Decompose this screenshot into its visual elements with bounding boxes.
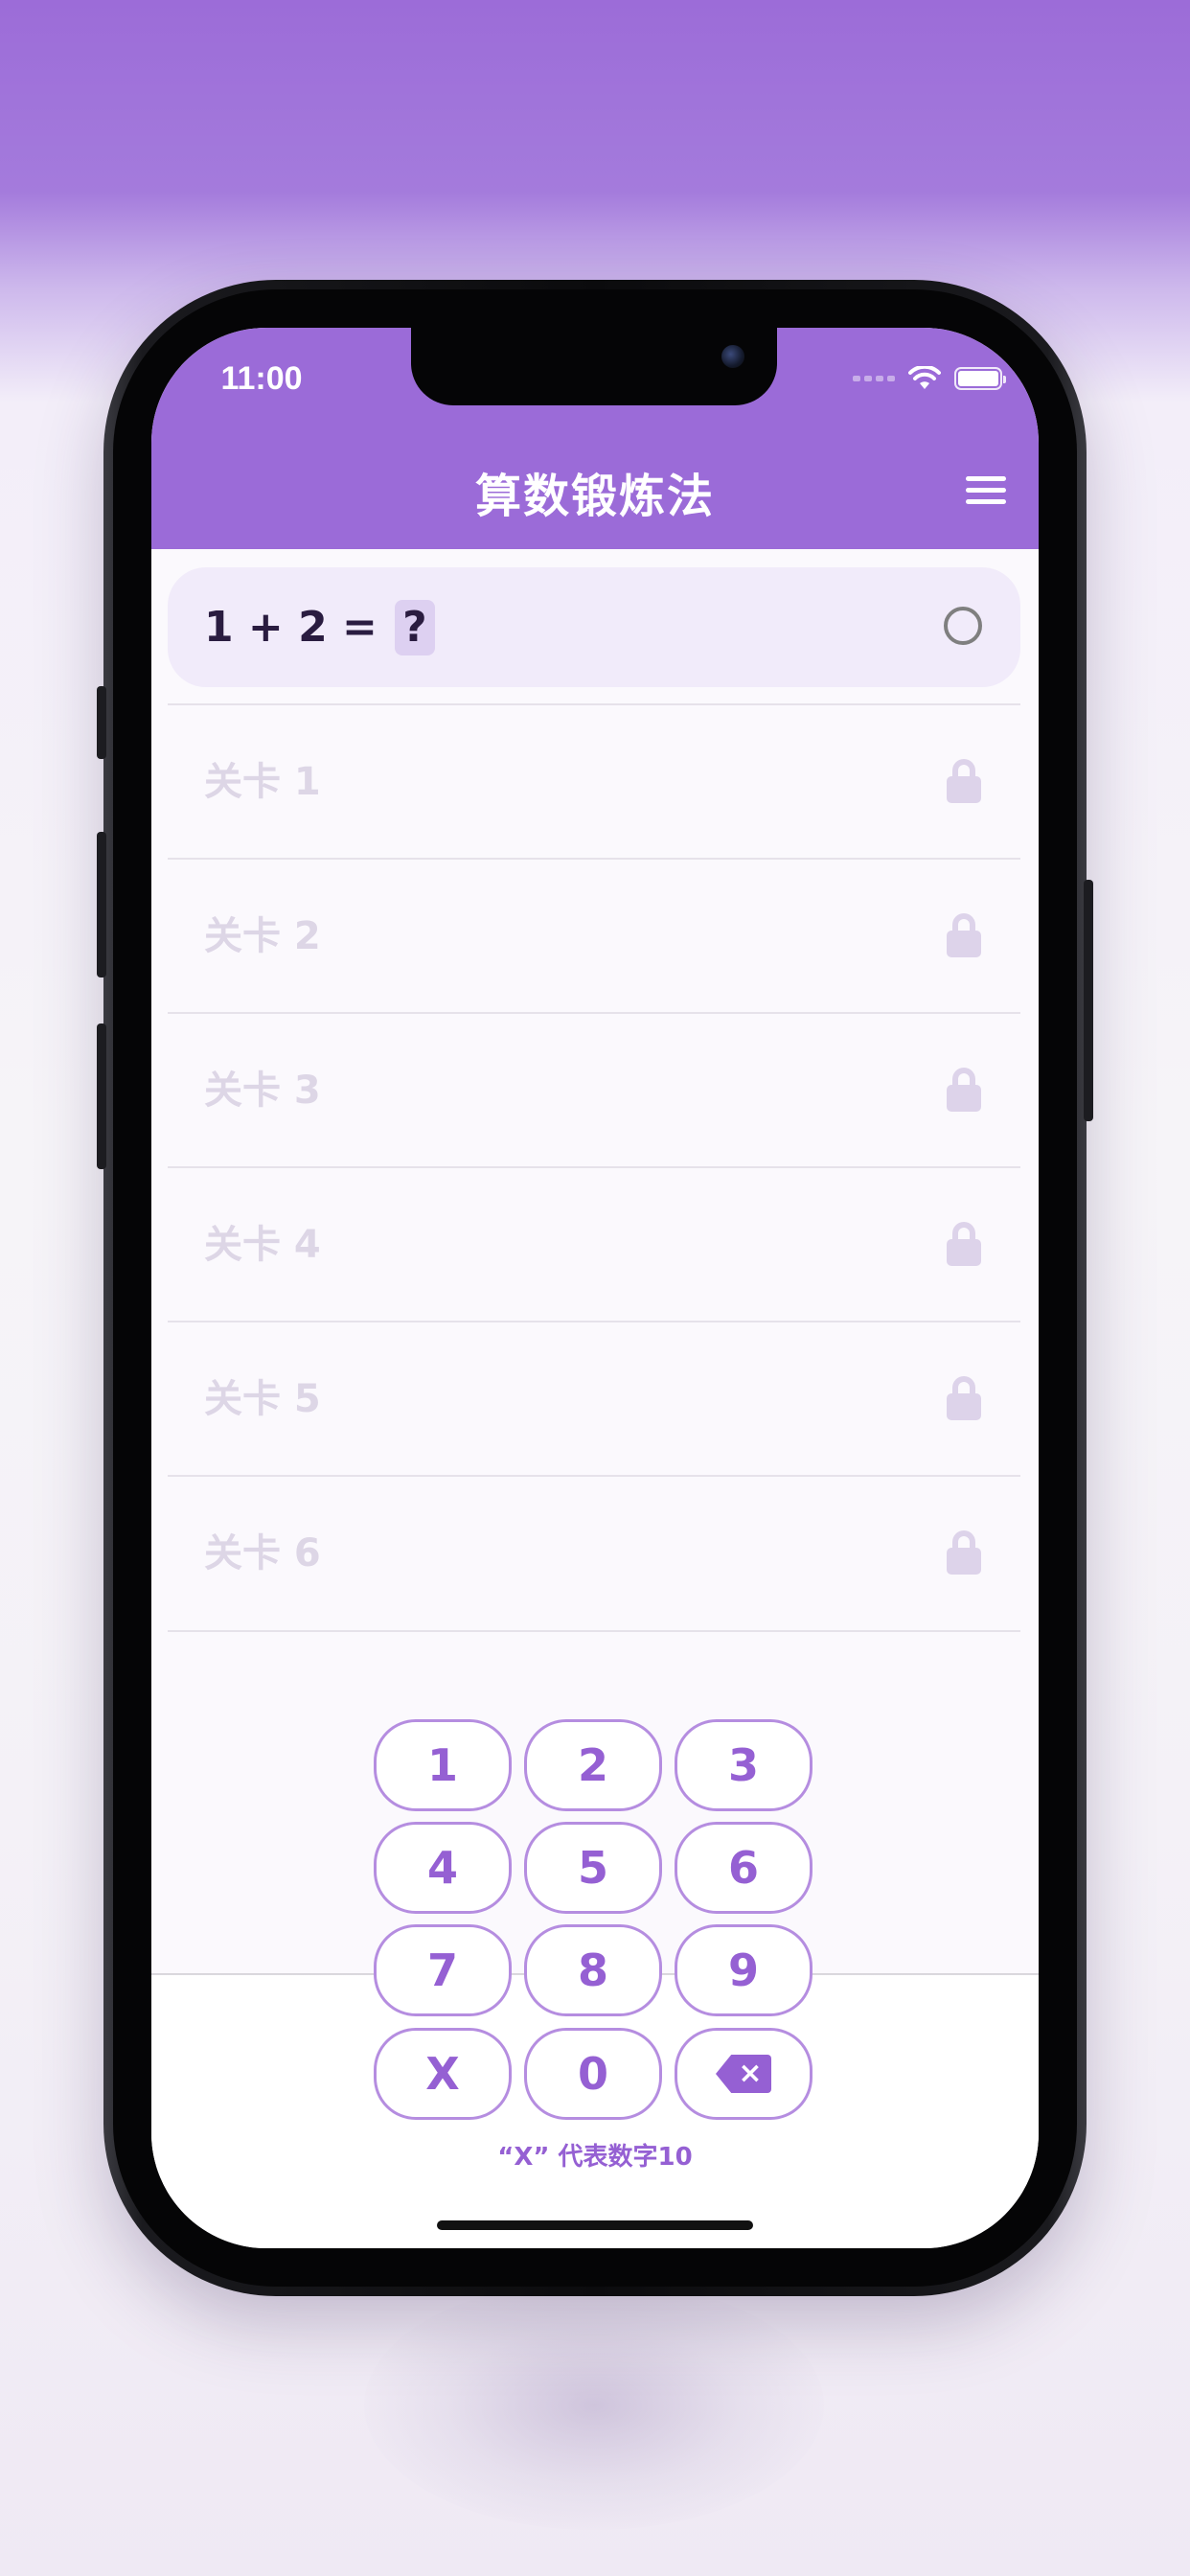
key-4[interactable]: 4 [374, 1822, 512, 1914]
key-9[interactable]: 9 [675, 1924, 812, 2016]
home-indicator[interactable] [437, 2220, 753, 2230]
lock-icon [947, 1376, 981, 1420]
hamburger-menu-icon[interactable] [966, 476, 1006, 505]
level-row-4[interactable]: 关卡 4 [168, 1166, 1020, 1322]
level-row-3[interactable]: 关卡 3 [168, 1012, 1020, 1167]
level-label: 关卡 6 [204, 1531, 321, 1576]
level-label: 关卡 1 [204, 760, 321, 804]
level-label: 关卡 2 [204, 914, 321, 958]
wifi-icon [908, 366, 941, 389]
key-8[interactable]: 8 [524, 1924, 662, 2016]
backspace-icon: × [716, 2055, 771, 2093]
status-time: 11:00 [220, 360, 303, 397]
app-header: 11:00 算数锻炼法 [151, 328, 1039, 549]
key-2[interactable]: 2 [524, 1719, 662, 1811]
side-button-silent [97, 686, 106, 759]
lock-icon [947, 913, 981, 957]
floor-shadow [364, 2281, 824, 2530]
level-label: 关卡 4 [204, 1223, 321, 1267]
keypad-hint: “X” 代表数字10 [497, 2143, 693, 2172]
equation-text: 1 + 2 = [204, 603, 378, 652]
side-button-volume-up [97, 832, 106, 978]
question-equation: 1 + 2 = ? [204, 567, 435, 687]
backspace-button[interactable]: × [675, 2028, 812, 2120]
lock-icon [947, 759, 981, 803]
key-1[interactable]: 1 [374, 1719, 512, 1811]
key-3[interactable]: 3 [675, 1719, 812, 1811]
key-0[interactable]: 0 [524, 2028, 662, 2120]
level-label: 关卡 3 [204, 1069, 321, 1113]
level-row-6[interactable]: 关卡 6 [168, 1475, 1020, 1632]
key-6[interactable]: 6 [675, 1822, 812, 1914]
current-question-row[interactable]: 1 + 2 = ? [168, 567, 1020, 687]
camera-icon [721, 345, 744, 368]
phone-screen: 11:00 算数锻炼法 1 + 2 = ? 关卡 1 关卡 2 关卡 3 关卡 … [151, 328, 1039, 2248]
status-icons [853, 364, 1006, 393]
level-row-2[interactable]: 关卡 2 [168, 858, 1020, 1013]
key-5[interactable]: 5 [524, 1822, 662, 1914]
side-button-power [1084, 880, 1093, 1121]
level-row-5[interactable]: 关卡 5 [168, 1321, 1020, 1476]
level-row-1[interactable]: 关卡 1 [168, 703, 1020, 859]
key-7[interactable]: 7 [374, 1924, 512, 2016]
battery-icon [954, 367, 1006, 390]
lock-icon [947, 1068, 981, 1112]
notch [411, 328, 777, 405]
app-title: 算数锻炼法 [474, 470, 715, 523]
level-label: 关卡 5 [204, 1377, 321, 1421]
lock-icon [947, 1530, 981, 1575]
lock-icon [947, 1222, 981, 1266]
key-x-ten[interactable]: X [374, 2028, 512, 2120]
answer-placeholder: ? [394, 599, 435, 656]
status-circle-icon [944, 607, 982, 645]
side-button-volume-down [97, 1024, 106, 1169]
cellular-signal-icon [853, 376, 895, 381]
